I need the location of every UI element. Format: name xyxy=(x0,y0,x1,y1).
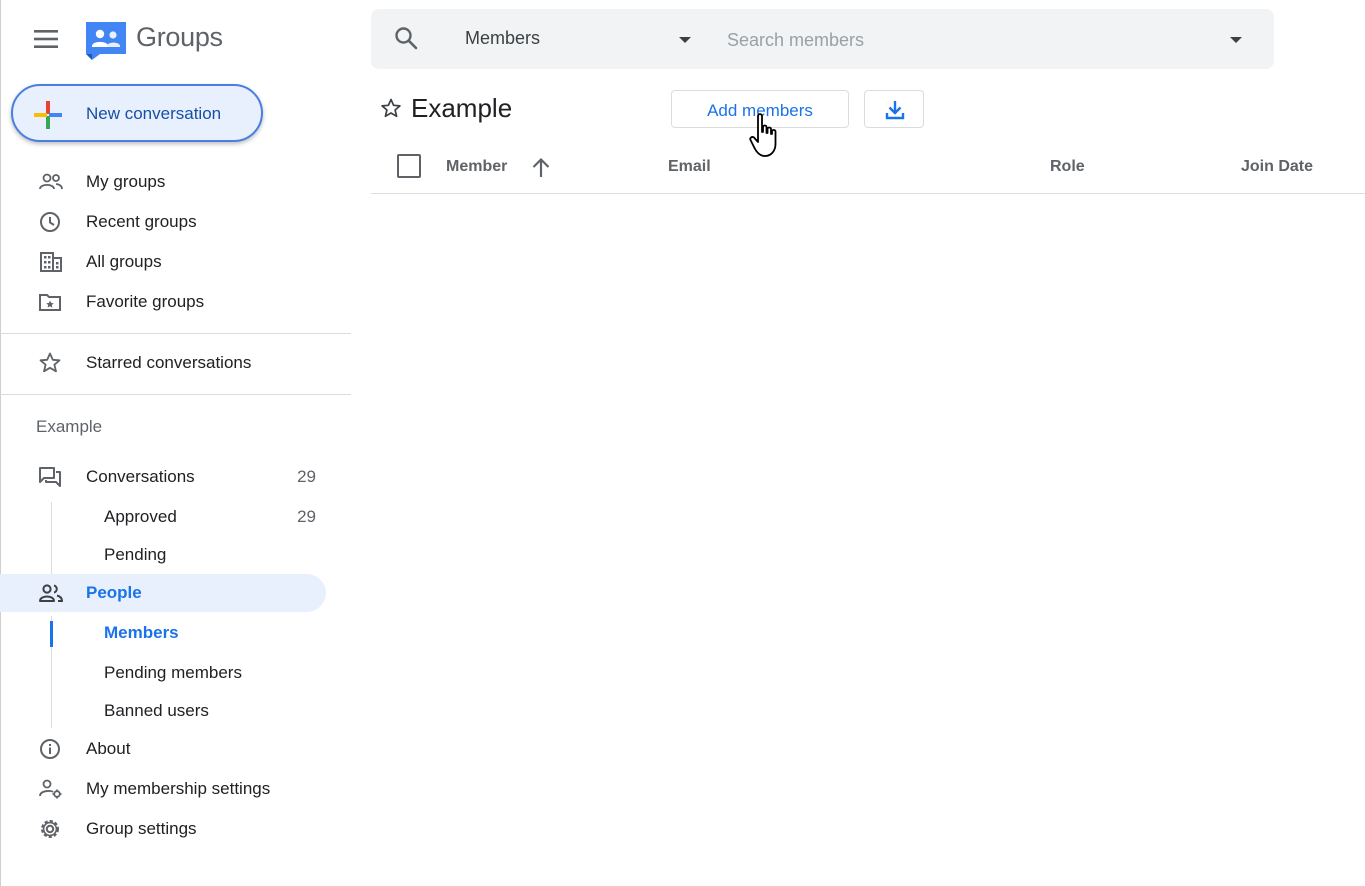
column-header-email[interactable]: Email xyxy=(668,158,711,176)
sidebar-item-label: Starred conversations xyxy=(86,353,252,372)
sidebar-divider xyxy=(0,333,351,334)
column-header-member[interactable]: Member xyxy=(446,158,507,176)
main-menu-button[interactable] xyxy=(30,23,62,55)
chevron-down-icon[interactable] xyxy=(677,35,693,45)
search-bar: Members xyxy=(371,9,1274,69)
hamburger-icon xyxy=(34,30,58,48)
folder-star-icon xyxy=(39,294,61,311)
sidebar-item-banned-users[interactable]: Banned users xyxy=(0,692,326,730)
sidebar-item-label: My membership settings xyxy=(86,779,271,798)
sidebar-item-people[interactable]: People xyxy=(0,574,326,612)
approved-count: 29 xyxy=(297,507,316,526)
new-conversation-button[interactable]: New conversation xyxy=(11,84,263,142)
clock-icon xyxy=(40,212,60,232)
sidebar-item-conversations[interactable]: Conversations 29 xyxy=(0,458,326,496)
download-members-button[interactable] xyxy=(864,90,924,128)
sidebar-item-starred-conversations[interactable]: Starred conversations xyxy=(0,344,326,382)
sidebar-item-approved[interactable]: Approved 29 xyxy=(0,498,326,536)
sidebar-item-label: All groups xyxy=(86,252,162,271)
sidebar-divider xyxy=(0,394,351,395)
info-icon xyxy=(40,739,60,759)
sidebar-item-label: My groups xyxy=(86,172,166,191)
groups-logo-icon[interactable] xyxy=(84,18,128,62)
sidebar-item-group-settings[interactable]: Group settings xyxy=(0,810,326,848)
sidebar-item-my-groups[interactable]: My groups xyxy=(0,163,326,201)
sidebar-item-label: Conversations xyxy=(86,467,195,486)
sidebar-item-label: About xyxy=(86,739,131,758)
star-outline-icon xyxy=(39,352,61,373)
sidebar-item-membership-settings[interactable]: My membership settings xyxy=(0,770,326,808)
app-title: Groups xyxy=(136,22,223,52)
select-all-checkbox[interactable] xyxy=(397,154,421,178)
group-section-heading: Example xyxy=(36,417,103,436)
building-icon xyxy=(40,252,62,272)
sidebar-item-recent-groups[interactable]: Recent groups xyxy=(0,203,326,241)
people-icon xyxy=(39,584,64,602)
page-title: Example xyxy=(411,93,513,123)
forum-icon xyxy=(39,467,61,487)
sidebar-item-label: Group settings xyxy=(86,819,197,838)
new-conversation-label: New conversation xyxy=(86,104,222,123)
sidebar-item-favorite-groups[interactable]: Favorite groups xyxy=(0,283,326,321)
sidebar-item-pending[interactable]: Pending xyxy=(0,536,326,574)
favorite-star-button[interactable] xyxy=(380,98,402,120)
person-settings-icon xyxy=(39,779,62,799)
sidebar-item-label: Approved xyxy=(104,507,177,526)
sidebar-item-pending-members[interactable]: Pending members xyxy=(0,654,326,692)
sidebar-item-label: Recent groups xyxy=(86,212,197,231)
sidebar-item-label: Banned users xyxy=(104,701,209,720)
members-table-header: Member Email Role Join Date xyxy=(371,145,1365,194)
column-header-join-date[interactable]: Join Date xyxy=(1241,158,1313,176)
column-header-role[interactable]: Role xyxy=(1050,158,1085,176)
sidebar-item-about[interactable]: About xyxy=(0,730,326,768)
sort-ascending-arrow-icon[interactable] xyxy=(529,156,553,180)
people-outline-icon xyxy=(39,173,63,190)
star-outline-icon xyxy=(381,98,401,118)
sidebar-item-label: Pending xyxy=(104,545,167,564)
sidebar-item-label: Favorite groups xyxy=(86,292,205,311)
sidebar-item-label: Members xyxy=(104,623,179,642)
sidebar-item-label: Pending members xyxy=(104,663,242,682)
sidebar-item-members[interactable]: Members xyxy=(0,614,326,652)
download-icon xyxy=(885,101,905,120)
colored-plus-icon xyxy=(34,101,62,129)
search-icon[interactable] xyxy=(393,25,419,51)
sidebar-item-all-groups[interactable]: All groups xyxy=(0,243,326,281)
gear-icon xyxy=(41,820,59,838)
search-options-dropdown-icon[interactable] xyxy=(1228,35,1244,45)
search-scope-select[interactable]: Members xyxy=(465,28,540,49)
sidebar-item-label: People xyxy=(86,583,142,602)
search-input[interactable] xyxy=(725,23,1209,57)
conversations-count: 29 xyxy=(297,467,316,486)
